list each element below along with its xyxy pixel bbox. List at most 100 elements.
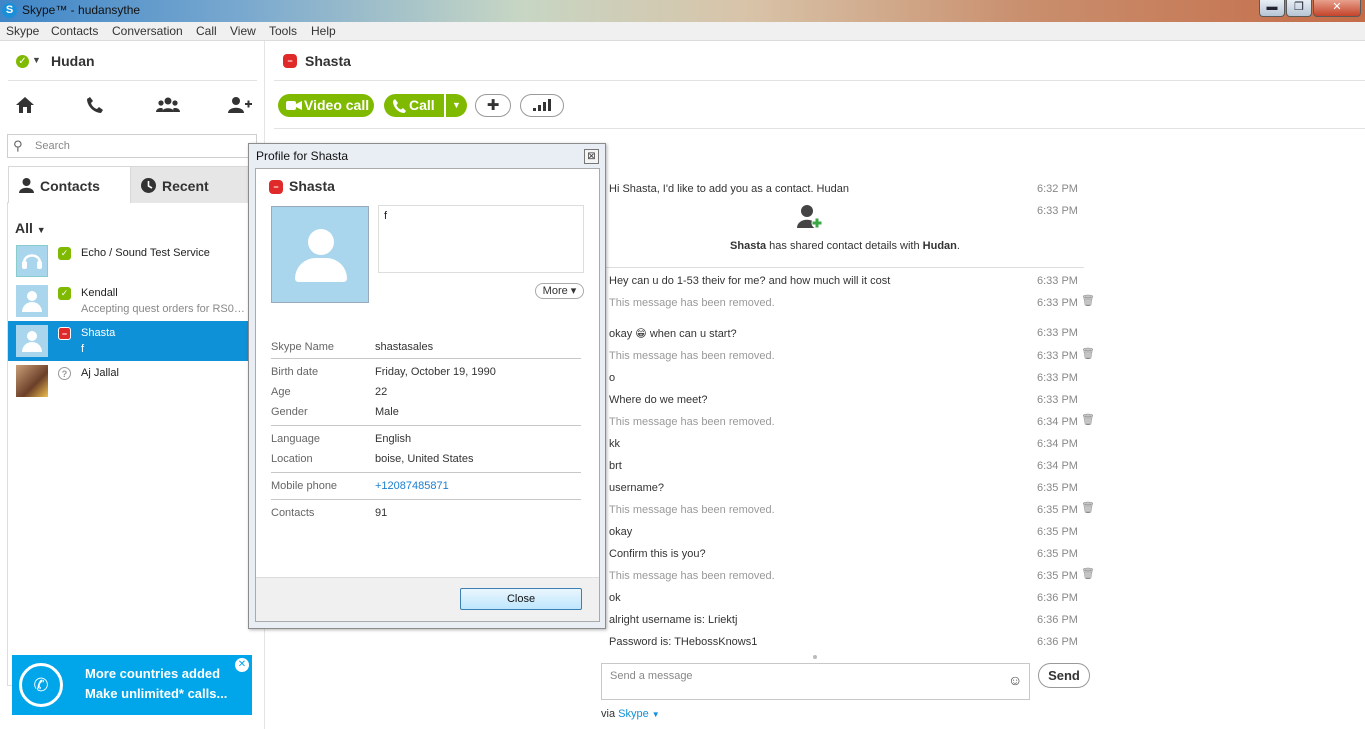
dialog-close-icon[interactable]: ⊠ <box>584 149 599 164</box>
divider <box>271 425 581 426</box>
message-time: 6:36 PM <box>1037 636 1078 648</box>
my-profile-name[interactable]: Hudan <box>51 53 95 69</box>
tab-recent[interactable]: Recent <box>131 166 249 203</box>
avatar <box>16 285 48 317</box>
menu-tools[interactable]: Tools <box>269 24 297 38</box>
message-time: 6:33 PM <box>1037 350 1078 362</box>
message-time: 6:35 PM <box>1037 570 1078 582</box>
tab-recent-label: Recent <box>162 178 209 194</box>
busy-status-icon: − <box>283 54 297 68</box>
message-time: 6:32 PM <box>1037 183 1078 195</box>
minimize-button[interactable]: ▬ <box>1259 0 1285 17</box>
trash-icon[interactable]: 🗑 <box>1081 347 1095 360</box>
message-row: This message has been removed. 6:35 PM 🗑 <box>606 500 1346 522</box>
profile-mood: f <box>384 210 388 222</box>
globe-icon: ✆ <box>19 663 63 707</box>
close-icon[interactable]: ✕ <box>235 658 249 672</box>
menu-conversation[interactable]: Conversation <box>112 24 183 38</box>
menu-call[interactable]: Call <box>196 24 217 38</box>
search-input[interactable]: Search <box>35 140 70 152</box>
send-button[interactable]: Send <box>1038 663 1090 688</box>
message-row: kk 6:34 PM <box>606 434 1346 456</box>
message-row: brt 6:34 PM <box>606 456 1346 478</box>
menu-contacts[interactable]: Contacts <box>51 24 98 38</box>
message-text: okay 😁 when can u start? <box>609 328 737 340</box>
search-box[interactable]: ⚲ Search <box>7 134 257 158</box>
promo-line-1: More countries added <box>85 666 221 681</box>
chevron-down-icon[interactable]: ▼ <box>32 55 41 65</box>
menu-help[interactable]: Help <box>311 24 336 38</box>
close-window-button[interactable]: ✕ <box>1313 0 1361 17</box>
call-button[interactable]: Call <box>384 94 444 117</box>
home-icon[interactable] <box>13 96 37 118</box>
avatar <box>16 365 48 397</box>
message-row: This message has been removed. 6:33 PM 🗑 <box>606 346 1346 368</box>
message-input[interactable]: Send a message ☺ <box>601 663 1030 700</box>
conversation-title[interactable]: Shasta <box>305 53 351 69</box>
call-quality-signal-icon[interactable] <box>520 94 564 117</box>
menu-skype[interactable]: Skype <box>6 24 39 38</box>
divider <box>271 472 581 473</box>
maximize-button[interactable]: ❐ <box>1286 0 1312 17</box>
trash-icon[interactable]: 🗑 <box>1081 501 1095 514</box>
message-text: brt <box>609 460 622 472</box>
search-icon: ⚲ <box>13 138 23 153</box>
message-row: This message has been removed. 6:33 PM 🗑 <box>606 293 1346 315</box>
message-time: 6:35 PM <box>1037 526 1078 538</box>
message-text: kk <box>609 438 620 450</box>
message-row: This message has been removed. 6:35 PM 🗑 <box>606 566 1346 588</box>
contact-item[interactable]: ? Aj Jallal <box>8 361 249 401</box>
message-text: username? <box>609 482 665 494</box>
group-icon[interactable] <box>156 96 180 118</box>
message-placeholder: Send a message <box>610 670 693 682</box>
video-call-label: Video call <box>304 97 370 113</box>
message-text: Where do we meet? <box>609 394 708 406</box>
call-label: Call <box>409 97 435 113</box>
profile-name: Shasta <box>289 178 335 194</box>
message-row: Hey can u do 1-53 theiv for me? and how … <box>606 271 1346 293</box>
message-row: username? 6:35 PM <box>606 478 1346 500</box>
trash-icon[interactable]: 🗑 <box>1081 567 1095 580</box>
profile-content: − Shasta f More ▾ Skype Name shastasales … <box>255 168 600 622</box>
video-call-button[interactable]: Video call <box>278 94 374 117</box>
promo-banner[interactable]: ✆ More countries added Make unlimited* c… <box>12 655 252 715</box>
call-options-chevron-down-icon[interactable]: ▼ <box>445 94 467 117</box>
contact-item-selected[interactable]: − Shasta f <box>8 321 249 361</box>
emoticon-icon[interactable]: ☺ <box>1008 672 1022 688</box>
tab-contacts[interactable]: Contacts <box>8 166 131 203</box>
via-skype-link[interactable]: Skype <box>618 708 649 720</box>
contact-item[interactable]: ✓ Echo / Sound Test Service <box>8 241 249 281</box>
trash-icon[interactable]: 🗑 <box>1081 294 1095 307</box>
online-status-icon: ✓ <box>58 287 71 300</box>
close-button[interactable]: Close <box>460 588 582 610</box>
left-panel: ✓ ▼ Hudan ⚲ Search Contacts Recent All ▼… <box>0 41 265 729</box>
removed-message-text: This message has been removed. <box>609 504 775 516</box>
dialog-title: Profile for Shasta <box>256 149 349 163</box>
add-contact-icon[interactable] <box>227 96 252 118</box>
via-selector[interactable]: via Skype ▼ <box>601 708 660 720</box>
video-camera-icon <box>286 94 302 124</box>
contact-filter-dropdown[interactable]: All ▼ <box>15 220 46 236</box>
online-status-icon[interactable]: ✓ <box>16 55 29 68</box>
add-contact-card-icon[interactable] <box>796 202 824 230</box>
message-text: o <box>609 372 616 384</box>
add-plus-button[interactable]: ✚ <box>475 94 511 117</box>
removed-message-text: This message has been removed. <box>609 350 775 362</box>
contact-mood: f <box>81 343 85 355</box>
trash-icon[interactable]: 🗑 <box>1081 413 1095 426</box>
phone-icon[interactable] <box>83 96 107 118</box>
more-button[interactable]: More ▾ <box>535 283 584 299</box>
phone-icon <box>392 94 406 124</box>
message-row: Password is: THebossKnows1 6:36 PM <box>606 632 1346 654</box>
mobile-phone-link[interactable]: +12087485871 <box>375 480 449 492</box>
message-text: Confirm this is you? <box>609 548 706 560</box>
via-label: via <box>601 708 616 720</box>
message-time: 6:36 PM <box>1037 614 1078 626</box>
contact-item[interactable]: ✓ Kendall Accepting quest orders for RS0… <box>8 281 249 321</box>
menu-view[interactable]: View <box>230 24 256 38</box>
message-time: 6:33 PM <box>1037 275 1078 287</box>
filter-label: All <box>15 220 33 236</box>
promo-line-2: Make unlimited* calls... <box>85 686 228 701</box>
chevron-down-icon[interactable]: ▼ <box>652 710 660 719</box>
message-time: 6:35 PM <box>1037 548 1078 560</box>
